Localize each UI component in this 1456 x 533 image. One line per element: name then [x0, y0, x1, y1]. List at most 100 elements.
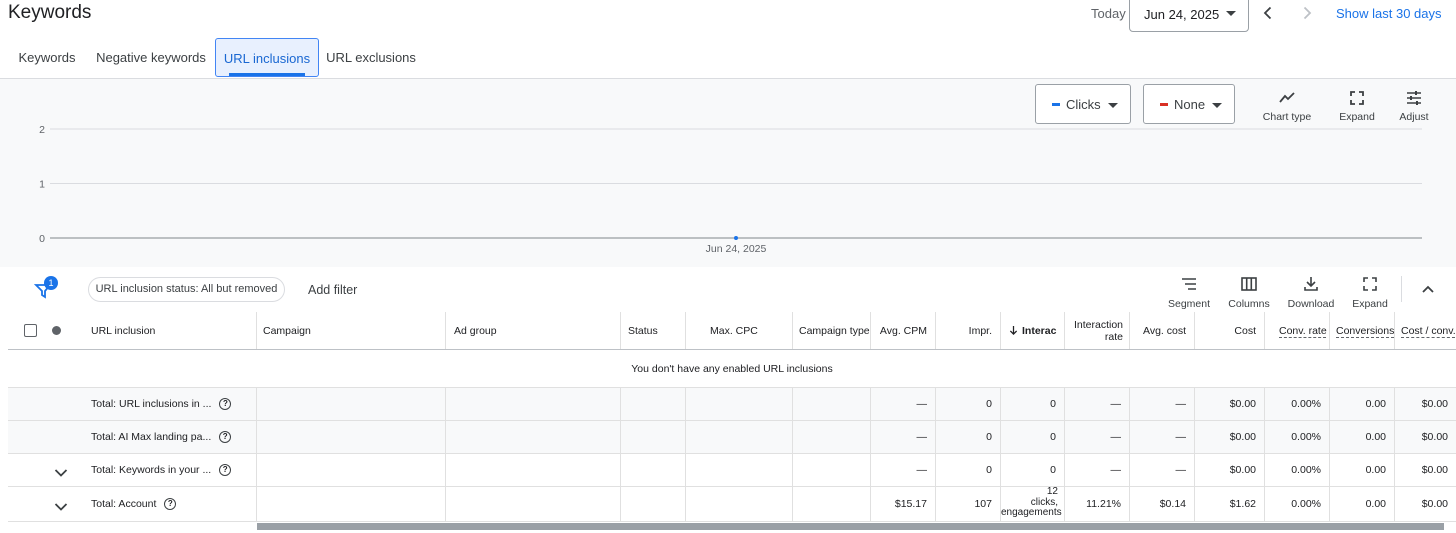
- checkbox-icon: [24, 324, 37, 337]
- total-row-label: Total: Keywords in your ...?: [91, 454, 256, 486]
- chart-expand-button[interactable]: Expand: [1327, 89, 1387, 123]
- ad-group-cell: [445, 388, 620, 420]
- filter-chip-status[interactable]: URL inclusion status: All but removed: [88, 277, 285, 302]
- cost-conv-cell: $0.00: [1394, 454, 1456, 486]
- table-expand-button[interactable]: Expand: [1340, 275, 1400, 310]
- column-header-campaign[interactable]: Campaign: [256, 312, 445, 349]
- column-header-url-inclusion[interactable]: URL inclusion: [91, 312, 256, 349]
- empty-state-row: You don't have any enabled URL inclusion…: [8, 350, 1456, 388]
- add-filter-button[interactable]: Add filter: [308, 283, 357, 297]
- impr-cell: 0: [935, 454, 1000, 486]
- metric-1-label: Clicks: [1066, 97, 1101, 112]
- avg-cost-cell: $0.14: [1129, 487, 1194, 521]
- tab-url-exclusions[interactable]: URL exclusions: [322, 38, 420, 77]
- chart-adjust-button[interactable]: Adjust: [1384, 89, 1444, 123]
- previous-period-button[interactable]: [1259, 4, 1277, 22]
- column-header-campaign-type[interactable]: Campaign type: [792, 312, 870, 349]
- column-header-impr[interactable]: Impr.: [935, 312, 1000, 349]
- next-period-button[interactable]: [1298, 4, 1316, 22]
- chart-expand-label: Expand: [1339, 111, 1375, 123]
- cost-cell: $0.00: [1194, 454, 1264, 486]
- y-tick-label: 0: [39, 233, 45, 245]
- download-button[interactable]: Download: [1281, 275, 1341, 310]
- columns-button[interactable]: Columns: [1219, 275, 1279, 310]
- data-point[interactable]: [734, 236, 738, 240]
- column-header-avg-cpm[interactable]: Avg. CPM: [870, 312, 935, 349]
- chevron-left-icon: [1263, 6, 1272, 20]
- sort-descending-icon: [1009, 326, 1018, 335]
- table-expand-label: Expand: [1352, 298, 1388, 310]
- expand-row-button[interactable]: [54, 499, 68, 511]
- cost-cell: $0.00: [1194, 421, 1264, 453]
- toolbar-divider: [1401, 276, 1402, 302]
- status-cell: [620, 421, 685, 453]
- impr-cell: 0: [935, 421, 1000, 453]
- column-header-conversions-label: Conversions: [1336, 324, 1394, 337]
- show-last-30-days-link[interactable]: Show last 30 days: [1336, 6, 1442, 21]
- interaction-rate-cell: —: [1064, 421, 1129, 453]
- total-row-label: Total: Account?: [91, 487, 256, 521]
- column-header-max-cpc[interactable]: Max. CPC: [685, 312, 792, 349]
- avg-cost-cell: —: [1129, 388, 1194, 420]
- interaction-rate-cell: 11.21%: [1064, 487, 1129, 521]
- column-header-cost-conv-label: Cost / conv.: [1401, 324, 1456, 337]
- help-icon[interactable]: ?: [164, 498, 177, 510]
- status-cell: [620, 454, 685, 486]
- date-range-picker[interactable]: Jun 24, 2025: [1129, 0, 1249, 32]
- x-tick-label: Jun 24, 2025: [706, 243, 767, 255]
- column-header-ad-group[interactable]: Ad group: [445, 312, 620, 349]
- chart-type-label: Chart type: [1262, 111, 1312, 123]
- download-label: Download: [1287, 298, 1335, 310]
- help-icon[interactable]: ?: [219, 431, 232, 443]
- interactions-value: 12: [1046, 487, 1058, 497]
- conversions-cell: 0.00: [1329, 421, 1394, 453]
- table-row-total-url-inclusions: Total: URL inclusions in ...? — 0 0 — — …: [8, 388, 1456, 421]
- avg-cpm-cell: —: [870, 454, 935, 486]
- date-range-value: Jun 24, 2025: [1144, 7, 1220, 22]
- column-header-conversions[interactable]: Conversions: [1329, 312, 1394, 349]
- tab-negative-keywords[interactable]: Negative keywords: [90, 38, 212, 77]
- ad-group-cell: [445, 421, 620, 453]
- column-header-status[interactable]: Status: [620, 312, 685, 349]
- interactions-cell: 0: [1000, 454, 1064, 486]
- active-tab-indicator: [229, 73, 305, 76]
- expand-icon: [1350, 91, 1364, 105]
- column-header-conv-rate[interactable]: Conv. rate: [1264, 312, 1329, 349]
- horizontal-scrollbar-thumb[interactable]: [257, 523, 1444, 530]
- column-header-cost-conv[interactable]: Cost / conv.: [1394, 312, 1456, 349]
- tab-keywords[interactable]: Keywords: [8, 38, 86, 77]
- metric-1-color-swatch: [1052, 103, 1060, 106]
- select-all-checkbox[interactable]: [24, 312, 38, 349]
- tab-url-inclusions[interactable]: URL inclusions: [215, 38, 319, 77]
- conversions-cell: 0.00: [1329, 487, 1394, 521]
- interaction-rate-cell: —: [1064, 388, 1129, 420]
- table-header-row: URL inclusion Campaign Ad group Status M…: [8, 312, 1456, 350]
- column-header-avg-cost[interactable]: Avg. cost: [1129, 312, 1194, 349]
- page-title: Keywords: [8, 2, 92, 23]
- max-cpc-cell: [685, 421, 792, 453]
- tab-url-inclusions-label: URL inclusions: [223, 51, 311, 66]
- column-header-interactions-label: Interac: [1022, 324, 1057, 337]
- column-header-cost[interactable]: Cost: [1194, 312, 1264, 349]
- tab-bar: Keywords Negative keywords URL inclusion…: [0, 38, 1456, 79]
- segment-button[interactable]: Segment: [1159, 275, 1219, 310]
- expand-row-button[interactable]: [54, 465, 68, 477]
- column-header-conv-rate-label: Conv. rate: [1279, 324, 1327, 337]
- total-row-label-text: Total: URL inclusions in ...: [91, 398, 212, 410]
- metric-2-dropdown[interactable]: None: [1143, 84, 1235, 124]
- conv-rate-cell: 0.00%: [1264, 421, 1329, 453]
- interactions-cell: 0: [1000, 388, 1064, 420]
- help-icon[interactable]: ?: [219, 464, 232, 476]
- performance-chart-panel: 0 1 2 Jun 24, 2025 Clicks None Chart type E…: [0, 79, 1456, 267]
- campaign-cell: [256, 487, 445, 521]
- chart-type-button[interactable]: Chart type: [1257, 89, 1317, 123]
- help-icon[interactable]: ?: [219, 398, 232, 410]
- status-cell: [620, 388, 685, 420]
- column-header-interaction-rate[interactable]: Interaction rate: [1064, 312, 1129, 349]
- cost-conv-cell: $0.00: [1394, 421, 1456, 453]
- interaction-rate-cell: —: [1064, 454, 1129, 486]
- column-header-interactions[interactable]: Interac: [1000, 312, 1064, 349]
- collapse-toolbar-button[interactable]: [1420, 281, 1436, 297]
- cost-cell: $1.62: [1194, 487, 1264, 521]
- metric-1-dropdown[interactable]: Clicks: [1035, 84, 1131, 124]
